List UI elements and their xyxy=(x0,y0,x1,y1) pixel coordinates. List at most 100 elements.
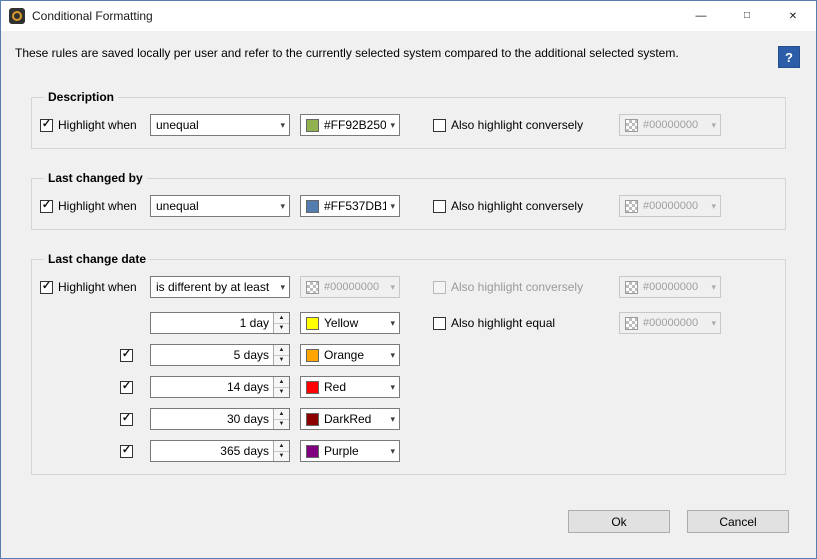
threshold-14days-value: 14 days xyxy=(151,377,273,397)
threshold-row-30days: ✓ 30 days ▲ ▼ DarkRed ▾ xyxy=(40,408,777,430)
color-swatch xyxy=(306,317,319,330)
threshold-14days-checkbox[interactable]: ✓ xyxy=(40,381,150,394)
spin-up-icon[interactable]: ▲ xyxy=(274,345,289,356)
chevron-down-icon: ▾ xyxy=(390,282,395,293)
maximize-button[interactable]: □ xyxy=(724,0,770,31)
transparent-swatch xyxy=(625,119,638,132)
spin-up-icon[interactable]: ▲ xyxy=(274,409,289,420)
checkbox-checked-icon: ✓ xyxy=(40,119,53,132)
threshold-row-5days: ✓ 5 days ▲ ▼ Orange ▾ xyxy=(40,344,777,366)
titlebar[interactable]: Conditional Formatting — □ ✕ xyxy=(1,1,816,31)
help-button[interactable]: ? xyxy=(778,46,800,68)
checkbox-checked-icon: ✓ xyxy=(120,413,133,426)
chevron-down-icon: ▾ xyxy=(711,282,716,293)
last-changed-by-condition-dropdown[interactable]: unequal ▾ xyxy=(150,195,290,217)
close-button[interactable]: ✕ xyxy=(770,1,816,31)
checkbox-unchecked-icon xyxy=(433,200,446,213)
last-change-date-condition-row: ✓ Highlight when is different by at leas… xyxy=(40,276,777,298)
description-color-value: #FF92B250 xyxy=(324,118,386,132)
description-conversely-checkbox[interactable]: Also highlight conversely xyxy=(433,118,619,132)
spin-down-icon[interactable]: ▼ xyxy=(274,420,289,430)
ok-button[interactable]: Ok xyxy=(568,510,670,533)
description-highlight-checkbox[interactable]: ✓ Highlight when xyxy=(40,118,150,132)
transparent-swatch xyxy=(625,281,638,294)
checkbox-checked-icon: ✓ xyxy=(120,381,133,394)
description-condition-value: unequal xyxy=(156,118,276,132)
threshold-5days-spinner[interactable]: 5 days ▲ ▼ xyxy=(150,344,290,366)
last-change-date-condition-color-value: #00000000 xyxy=(324,281,386,293)
threshold-30days-checkbox[interactable]: ✓ xyxy=(40,413,150,426)
description-condition-dropdown[interactable]: unequal ▾ xyxy=(150,114,290,136)
transparent-swatch xyxy=(306,281,319,294)
threshold-1day-color-name: Yellow xyxy=(324,316,386,330)
threshold-14days-color-dropdown[interactable]: Red ▾ xyxy=(300,376,400,398)
spin-down-icon[interactable]: ▼ xyxy=(274,388,289,398)
window-controls: — □ ✕ xyxy=(678,1,816,31)
chevron-down-icon: ▾ xyxy=(390,382,395,393)
info-text: These rules are saved locally per user a… xyxy=(15,44,766,60)
description-conversely-label: Also highlight conversely xyxy=(451,118,583,132)
spin-up-icon[interactable]: ▲ xyxy=(274,441,289,452)
last-change-date-conversely-checkbox: Also highlight conversely xyxy=(433,280,619,294)
last-change-date-highlight-label: Highlight when xyxy=(58,280,137,294)
spin-down-icon[interactable]: ▼ xyxy=(274,452,289,462)
threshold-30days-color-name: DarkRed xyxy=(324,412,386,426)
color-swatch xyxy=(306,413,319,426)
last-changed-by-color-value: #FF537DB1 xyxy=(324,199,386,213)
last-change-date-conversely-label: Also highlight conversely xyxy=(451,280,583,294)
chevron-down-icon: ▾ xyxy=(280,120,285,131)
threshold-30days-value: 30 days xyxy=(151,409,273,429)
color-swatch xyxy=(306,349,319,362)
threshold-1day-color-dropdown[interactable]: Yellow ▾ xyxy=(300,312,400,334)
threshold-14days-spinner[interactable]: 14 days ▲ ▼ xyxy=(150,376,290,398)
chevron-down-icon: ▾ xyxy=(390,201,395,212)
header: These rules are saved locally per user a… xyxy=(1,31,816,68)
last-change-date-highlight-checkbox[interactable]: ✓ Highlight when xyxy=(40,280,150,294)
checkbox-unchecked-icon xyxy=(433,119,446,132)
last-changed-by-color-dropdown[interactable]: #FF537DB1 ▾ xyxy=(300,195,400,217)
group-description-title: Description xyxy=(44,90,118,104)
last-change-date-conversely-color-dropdown: #00000000 ▾ xyxy=(619,276,721,298)
threshold-365days-color-dropdown[interactable]: Purple ▾ xyxy=(300,440,400,462)
threshold-row-365days: ✓ 365 days ▲ ▼ Purple ▾ xyxy=(40,440,777,462)
threshold-5days-color-dropdown[interactable]: Orange ▾ xyxy=(300,344,400,366)
chevron-down-icon: ▾ xyxy=(390,350,395,361)
description-conversely-color-dropdown: #00000000 ▾ xyxy=(619,114,721,136)
transparent-swatch xyxy=(625,200,638,213)
threshold-30days-color-dropdown[interactable]: DarkRed ▾ xyxy=(300,408,400,430)
last-changed-by-conversely-checkbox[interactable]: Also highlight conversely xyxy=(433,199,619,213)
checkbox-checked-icon: ✓ xyxy=(40,200,53,213)
last-changed-by-condition-value: unequal xyxy=(156,199,276,213)
threshold-30days-spinner[interactable]: 30 days ▲ ▼ xyxy=(150,408,290,430)
chevron-down-icon: ▾ xyxy=(390,120,395,131)
color-swatch xyxy=(306,200,319,213)
highlight-equal-label: Also highlight equal xyxy=(451,316,555,330)
threshold-365days-spinner[interactable]: 365 days ▲ ▼ xyxy=(150,440,290,462)
spin-up-icon[interactable]: ▲ xyxy=(274,313,289,324)
group-last-changed-by-title: Last changed by xyxy=(44,171,147,185)
threshold-5days-checkbox[interactable]: ✓ xyxy=(40,349,150,362)
spin-up-icon[interactable]: ▲ xyxy=(274,377,289,388)
threshold-5days-value: 5 days xyxy=(151,345,273,365)
transparent-swatch xyxy=(625,317,638,330)
threshold-1day-value: 1 day xyxy=(151,313,273,333)
threshold-1day-spinner[interactable]: 1 day ▲ ▼ xyxy=(150,312,290,334)
cancel-button[interactable]: Cancel xyxy=(687,510,789,533)
last-change-date-conversely-color-value: #00000000 xyxy=(643,281,707,293)
group-last-changed-by: Last changed by ✓ Highlight when unequal… xyxy=(31,171,786,230)
group-last-change-date-title: Last change date xyxy=(44,252,150,266)
threshold-row-14days: ✓ 14 days ▲ ▼ Red ▾ xyxy=(40,376,777,398)
chevron-down-icon: ▾ xyxy=(390,446,395,457)
last-changed-by-highlight-checkbox[interactable]: ✓ Highlight when xyxy=(40,199,150,213)
description-color-dropdown[interactable]: #FF92B250 ▾ xyxy=(300,114,400,136)
spinner-buttons: ▲ ▼ xyxy=(273,441,289,461)
last-change-date-condition-dropdown[interactable]: is different by at least ▾ xyxy=(150,276,290,298)
spin-down-icon[interactable]: ▼ xyxy=(274,324,289,334)
spin-down-icon[interactable]: ▼ xyxy=(274,356,289,366)
description-conversely-color-value: #00000000 xyxy=(643,119,707,131)
checkbox-checked-icon: ✓ xyxy=(120,349,133,362)
highlight-equal-checkbox[interactable]: Also highlight equal xyxy=(433,316,619,330)
threshold-row-1day: 1 day ▲ ▼ Yellow ▾ Also highlight equal … xyxy=(40,312,777,334)
minimize-button[interactable]: — xyxy=(678,1,724,31)
threshold-365days-checkbox[interactable]: ✓ xyxy=(40,445,150,458)
